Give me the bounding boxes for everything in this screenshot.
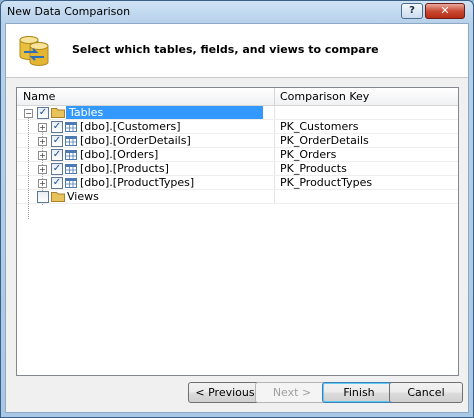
database-compare-icon (19, 36, 49, 66)
cell-divider (274, 148, 275, 162)
comparison-key[interactable]: PK_Products (280, 162, 347, 176)
finish-button[interactable]: Finish (322, 382, 396, 403)
tree-row-views[interactable]: ✓ Views (17, 190, 458, 204)
table-checkbox[interactable]: ✓ (51, 135, 63, 147)
grid-header: Name Comparison Key (17, 88, 458, 106)
table-row[interactable]: + ✓ [dbo].[Customers] PK_Customers (17, 120, 458, 134)
table-row[interactable]: + ✓ [dbo].[ProductTypes] PK_ProductTypes (17, 176, 458, 190)
expand-toggle[interactable]: + (38, 179, 47, 188)
title-bar[interactable]: New Data Comparison ? ✕ (1, 1, 473, 23)
column-header-name[interactable]: Name (23, 90, 55, 103)
table-checkbox[interactable]: ✓ (51, 121, 63, 133)
table-name: [dbo].[OrderDetails] (80, 134, 191, 147)
table-icon (65, 178, 77, 188)
next-button[interactable]: Next > (255, 382, 329, 403)
previous-button[interactable]: < Previous (188, 382, 262, 403)
instruction-text: Select which tables, fields, and views t… (72, 43, 379, 56)
table-icon (65, 164, 77, 174)
close-button[interactable]: ✕ (425, 3, 465, 19)
tables-checkbox[interactable]: ✓ (37, 107, 49, 119)
dialog-client-area: Select which tables, fields, and views t… (5, 23, 469, 413)
wizard-header: Select which tables, fields, and views t… (6, 24, 468, 78)
comparison-key[interactable]: PK_Orders (280, 148, 336, 162)
row-divider (17, 203, 458, 204)
cell-divider (274, 134, 275, 148)
folder-icon (51, 192, 65, 202)
cell-divider (274, 190, 275, 204)
table-row[interactable]: + ✓ [dbo].[Orders] PK_Orders (17, 148, 458, 162)
table-name: [dbo].[Products] (80, 162, 169, 175)
help-button[interactable]: ? (401, 3, 423, 19)
comparison-key[interactable]: PK_ProductTypes (280, 176, 372, 190)
folder-icon (51, 108, 65, 118)
expand-toggle[interactable]: + (38, 165, 47, 174)
table-checkbox[interactable]: ✓ (51, 177, 63, 189)
table-row[interactable]: + ✓ [dbo].[OrderDetails] PK_OrderDetails (17, 134, 458, 148)
comparison-key[interactable]: PK_Customers (280, 120, 359, 134)
table-name: [dbo].[ProductTypes] (80, 176, 195, 189)
table-row[interactable]: + ✓ [dbo].[Products] PK_Products (17, 162, 458, 176)
expand-toggle[interactable]: + (38, 151, 47, 160)
expand-toggle[interactable]: + (38, 123, 47, 132)
table-name: [dbo].[Customers] (80, 120, 181, 133)
cancel-button[interactable]: Cancel (389, 382, 463, 403)
comparison-tree-grid[interactable]: Name Comparison Key − ✓ Tables + ✓ [dbo]… (16, 87, 459, 376)
window-title: New Data Comparison (7, 5, 131, 18)
tables-label: Tables (66, 106, 263, 120)
table-icon (65, 150, 77, 160)
table-icon (65, 122, 77, 132)
tree-row-tables[interactable]: − ✓ Tables (17, 106, 458, 120)
cell-divider (274, 176, 275, 190)
collapse-toggle[interactable]: − (24, 109, 33, 118)
dialog-window: New Data Comparison ? ✕ Select which tab… (0, 0, 474, 418)
table-checkbox[interactable]: ✓ (51, 163, 63, 175)
views-label: Views (67, 190, 99, 203)
views-checkbox[interactable]: ✓ (37, 191, 49, 203)
table-checkbox[interactable]: ✓ (51, 149, 63, 161)
cell-divider (274, 162, 275, 176)
table-icon (65, 136, 77, 146)
expand-toggle[interactable]: + (38, 137, 47, 146)
comparison-key[interactable]: PK_OrderDetails (280, 134, 369, 148)
table-name: [dbo].[Orders] (80, 148, 159, 161)
column-header-comparison-key[interactable]: Comparison Key (280, 90, 369, 103)
cell-divider (274, 120, 275, 134)
column-divider[interactable] (274, 88, 275, 105)
cell-divider (274, 106, 275, 120)
